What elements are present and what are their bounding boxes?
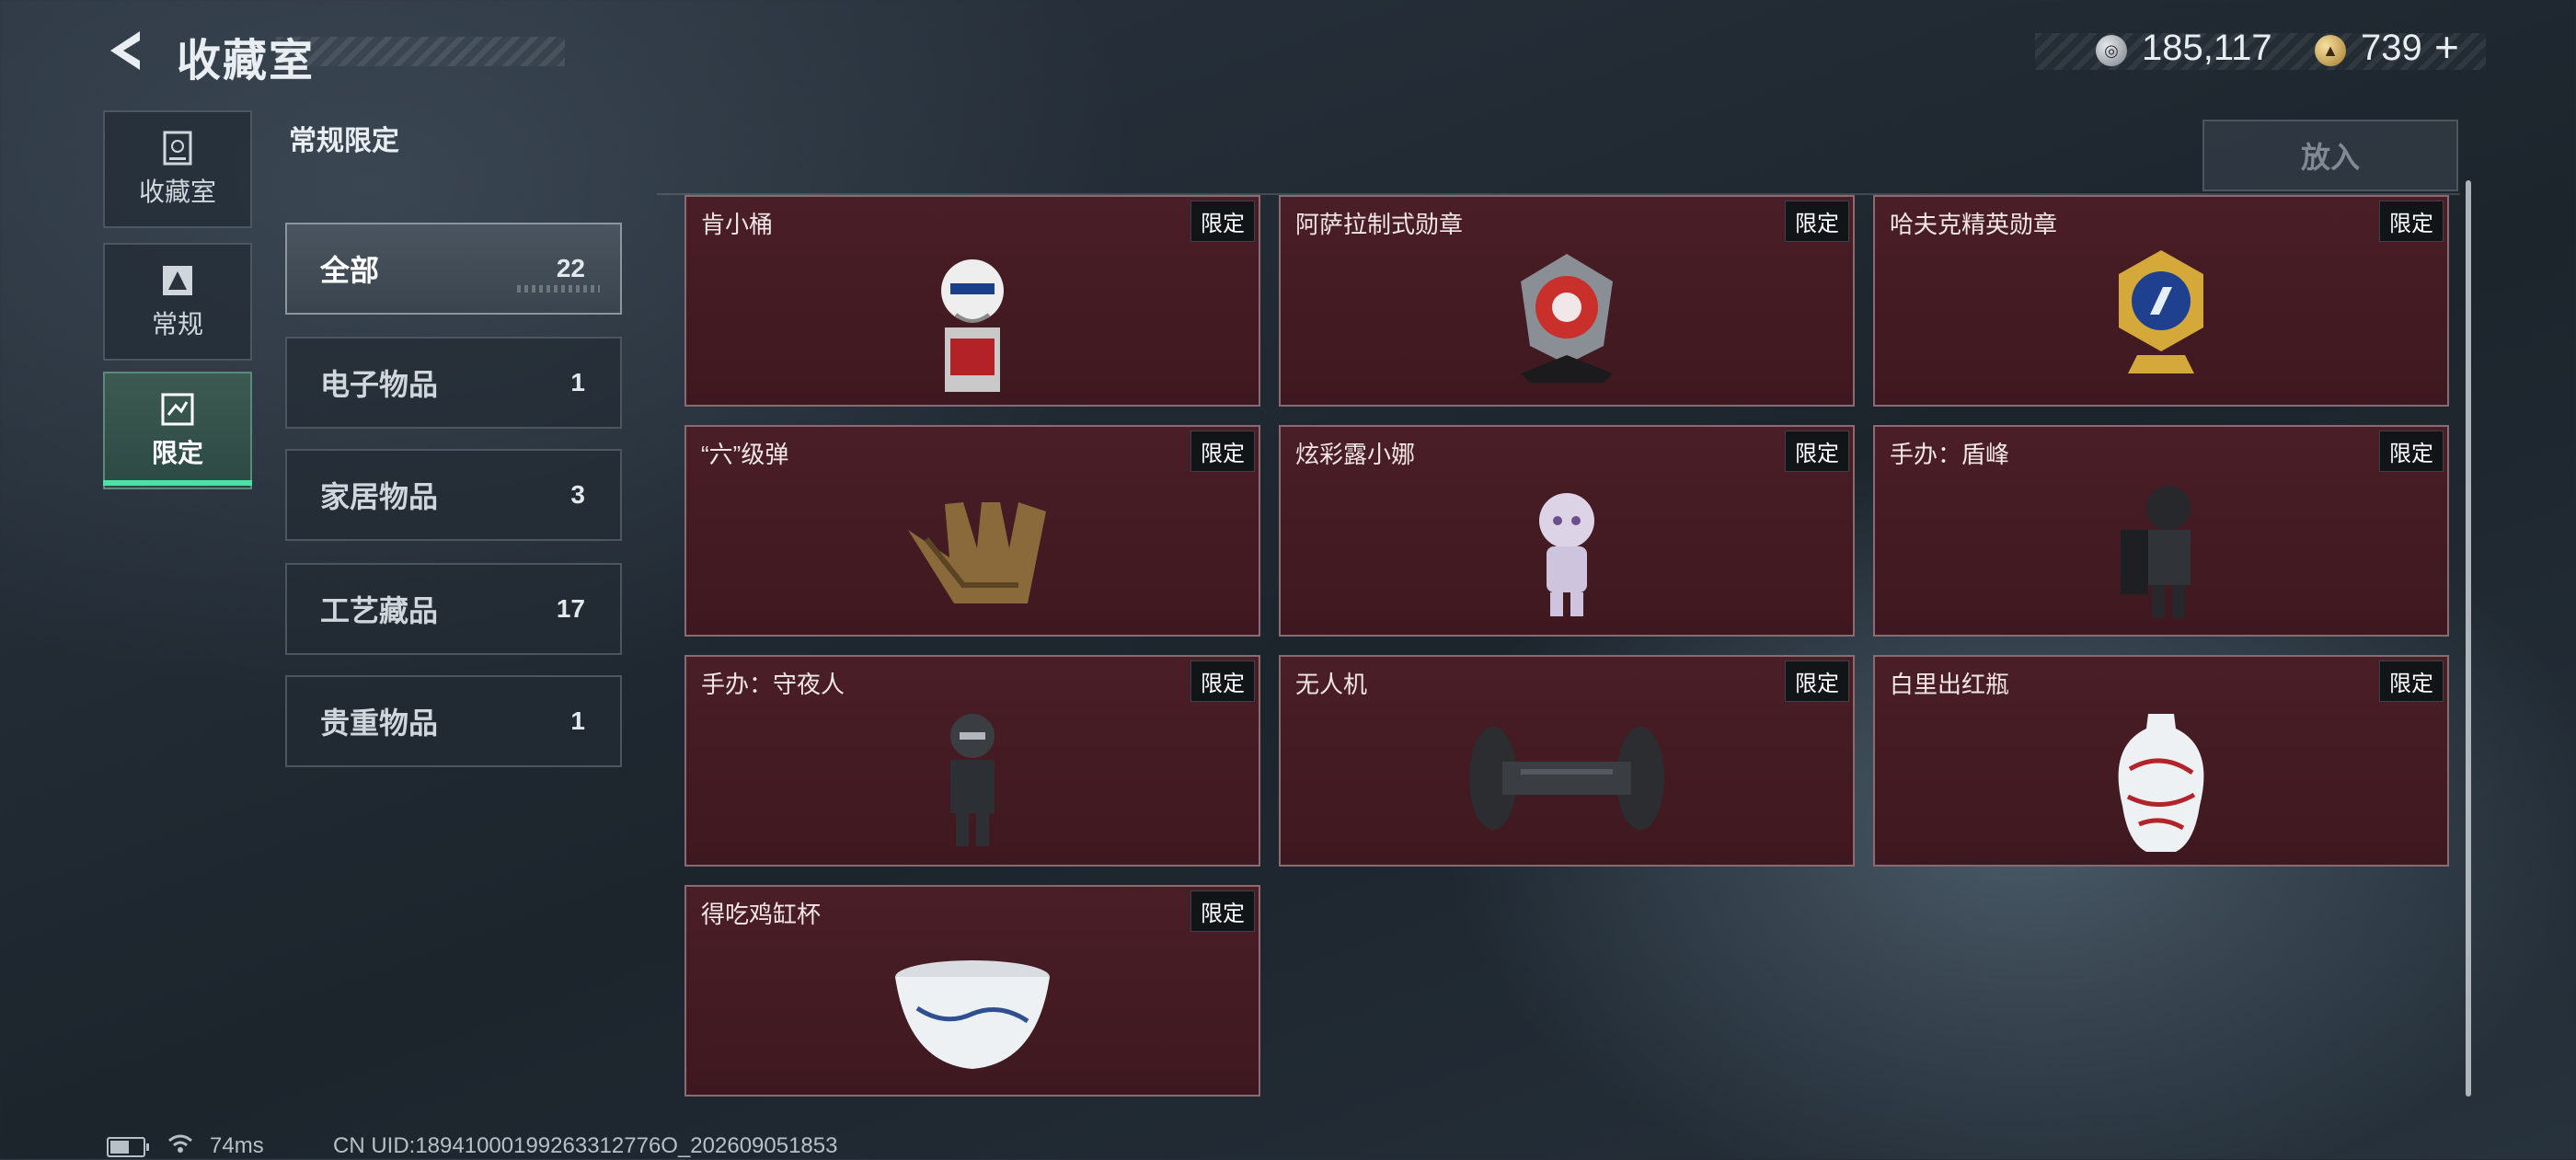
category-name: 贵重物品	[320, 706, 439, 740]
category-name: 电子物品	[320, 368, 439, 401]
regular-icon	[159, 262, 196, 299]
item-card[interactable]: 手办：守夜人 限定	[684, 655, 1260, 867]
category-crafts[interactable]: 工艺藏品 17	[285, 563, 622, 655]
item-name: 无人机	[1295, 671, 1368, 698]
page-title: 收藏室	[177, 37, 316, 86]
limited-tag: 限定	[1190, 660, 1255, 702]
limited-tag: 限定	[2379, 660, 2444, 702]
limited-tag: 限定	[1190, 890, 1255, 932]
porcelain-cup-icon	[895, 960, 1050, 1069]
nav-vault-label: 收藏室	[138, 178, 216, 206]
limited-icon	[159, 391, 196, 428]
nav-regular-label: 常规	[151, 310, 203, 339]
section-title: 常规限定	[289, 126, 399, 156]
nightwatch-figure-icon	[950, 714, 995, 846]
item-card[interactable]: “六”级弹 限定	[684, 425, 1260, 637]
category-count: 17	[556, 594, 585, 623]
item-name: “六”级弹	[701, 441, 789, 468]
category-household[interactable]: 家居物品 3	[285, 449, 622, 541]
item-card[interactable]: 肯小桶 限定	[684, 195, 1260, 407]
vault-icon	[159, 130, 196, 167]
scrollbar[interactable]	[2466, 180, 2471, 1097]
item-card[interactable]: 白里出红瓶 限定	[1873, 655, 2449, 867]
limited-tag: 限定	[1190, 201, 1255, 242]
nav-regular[interactable]: 常规	[103, 243, 252, 361]
item-name: 哈夫克精英勋章	[1890, 211, 2058, 238]
item-name: 白里出红瓶	[1890, 671, 2010, 698]
item-card[interactable]: 无人机 限定	[1279, 655, 1855, 867]
ping-value: 74ms	[210, 1133, 264, 1158]
item-card[interactable]: 阿萨拉制式勋章 限定	[1279, 195, 1855, 407]
shield-figure-icon	[2121, 486, 2191, 618]
silver-coin-icon: ◎	[2096, 35, 2127, 66]
category-count: 22	[556, 254, 585, 282]
haavk-elite-medal-icon	[2119, 250, 2203, 373]
limited-tag: 限定	[1190, 431, 1255, 472]
nav-limited[interactable]: 限定	[103, 372, 252, 489]
category-name: 全部	[320, 254, 380, 287]
bullet-hand-icon	[908, 502, 1046, 603]
limited-tag: 限定	[1785, 660, 1849, 702]
title-stripe	[276, 37, 565, 66]
limited-tag: 限定	[1785, 431, 1849, 472]
item-name: 阿萨拉制式勋章	[1295, 211, 1464, 238]
uid-text: CN UID:18941000199263312776O_20260905185…	[333, 1133, 838, 1158]
item-card[interactable]: 得吃鸡缸杯 限定	[684, 885, 1260, 1097]
category-count: 3	[570, 480, 585, 509]
nav-active-indicator	[103, 480, 252, 486]
category-name: 家居物品	[320, 480, 439, 513]
item-card[interactable]: 哈夫克精英勋章 限定	[1873, 195, 2449, 407]
limited-tag: 限定	[2379, 201, 2444, 242]
category-count: 1	[570, 706, 585, 735]
item-name: 肯小桶	[701, 211, 774, 238]
put-in-button[interactable]: 放入	[2202, 120, 2458, 191]
colonel-bucket-figure-icon	[941, 259, 1004, 392]
back-button[interactable]	[103, 28, 149, 74]
battery-icon	[107, 1137, 149, 1157]
porcelain-vase-icon	[2118, 714, 2204, 852]
item-card[interactable]: 手办：盾峰 限定	[1873, 425, 2449, 637]
nav-limited-label: 限定	[151, 439, 203, 467]
wifi-icon	[167, 1133, 193, 1160]
item-name: 手办：盾峰	[1890, 441, 2010, 468]
item-name: 得吃鸡缸杯	[701, 901, 822, 928]
gold-coin-icon: ▲	[2315, 35, 2346, 66]
back-arrow-icon	[110, 31, 140, 70]
item-name: 手办：守夜人	[701, 671, 845, 698]
silver-currency-value: 185,117	[2142, 28, 2272, 68]
category-name: 工艺藏品	[320, 594, 439, 627]
category-valuables[interactable]: 贵重物品 1	[285, 675, 622, 767]
limited-tag: 限定	[2379, 431, 2444, 472]
category-count: 1	[570, 368, 585, 396]
drone-icon	[1469, 727, 1664, 830]
item-card[interactable]: 炫彩露小娜 限定	[1279, 425, 1855, 637]
category-all[interactable]: 全部 22	[285, 223, 622, 315]
gold-currency-value: 739	[2361, 28, 2422, 68]
asara-medal-icon	[1521, 254, 1613, 383]
nav-vault[interactable]: 收藏室	[103, 110, 252, 228]
limited-tag: 限定	[1785, 201, 1849, 242]
category-electronics[interactable]: 电子物品 1	[285, 337, 622, 429]
luna-figure-icon	[1539, 493, 1594, 616]
category-stripe	[517, 285, 600, 293]
add-currency-button[interactable]: +	[2434, 22, 2459, 72]
item-name: 炫彩露小娜	[1295, 441, 1416, 468]
